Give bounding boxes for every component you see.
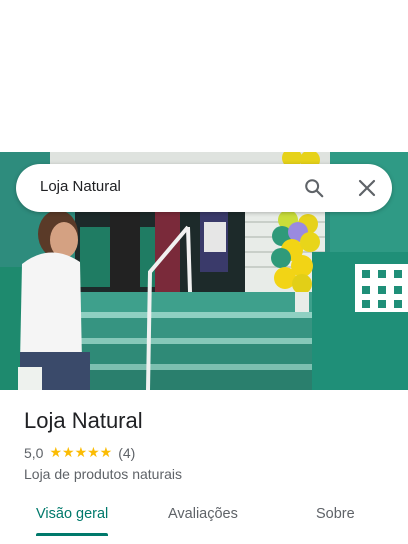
- tab-reviews[interactable]: Avaliações: [168, 506, 238, 522]
- tab-about[interactable]: Sobre: [316, 506, 355, 522]
- active-tab-indicator: [36, 533, 108, 536]
- close-icon[interactable]: [357, 178, 377, 198]
- place-title: Loja Natural: [24, 408, 143, 433]
- search-input[interactable]: Loja Natural: [40, 178, 121, 195]
- rating-value: 5,0: [24, 444, 44, 461]
- place-category: Loja de produtos naturais: [24, 466, 182, 482]
- rating-stars: ★★★★★: [49, 444, 113, 460]
- review-count[interactable]: (4): [118, 445, 135, 461]
- tab-bar: Visão geral Avaliações Sobre: [0, 496, 408, 536]
- tab-overview[interactable]: Visão geral: [36, 506, 108, 522]
- rating-row[interactable]: 5,0 ★★★★★ (4): [24, 444, 135, 461]
- search-bar[interactable]: Loja Natural: [16, 164, 392, 212]
- blank-header-area: [0, 0, 408, 152]
- search-icon[interactable]: [303, 177, 325, 199]
